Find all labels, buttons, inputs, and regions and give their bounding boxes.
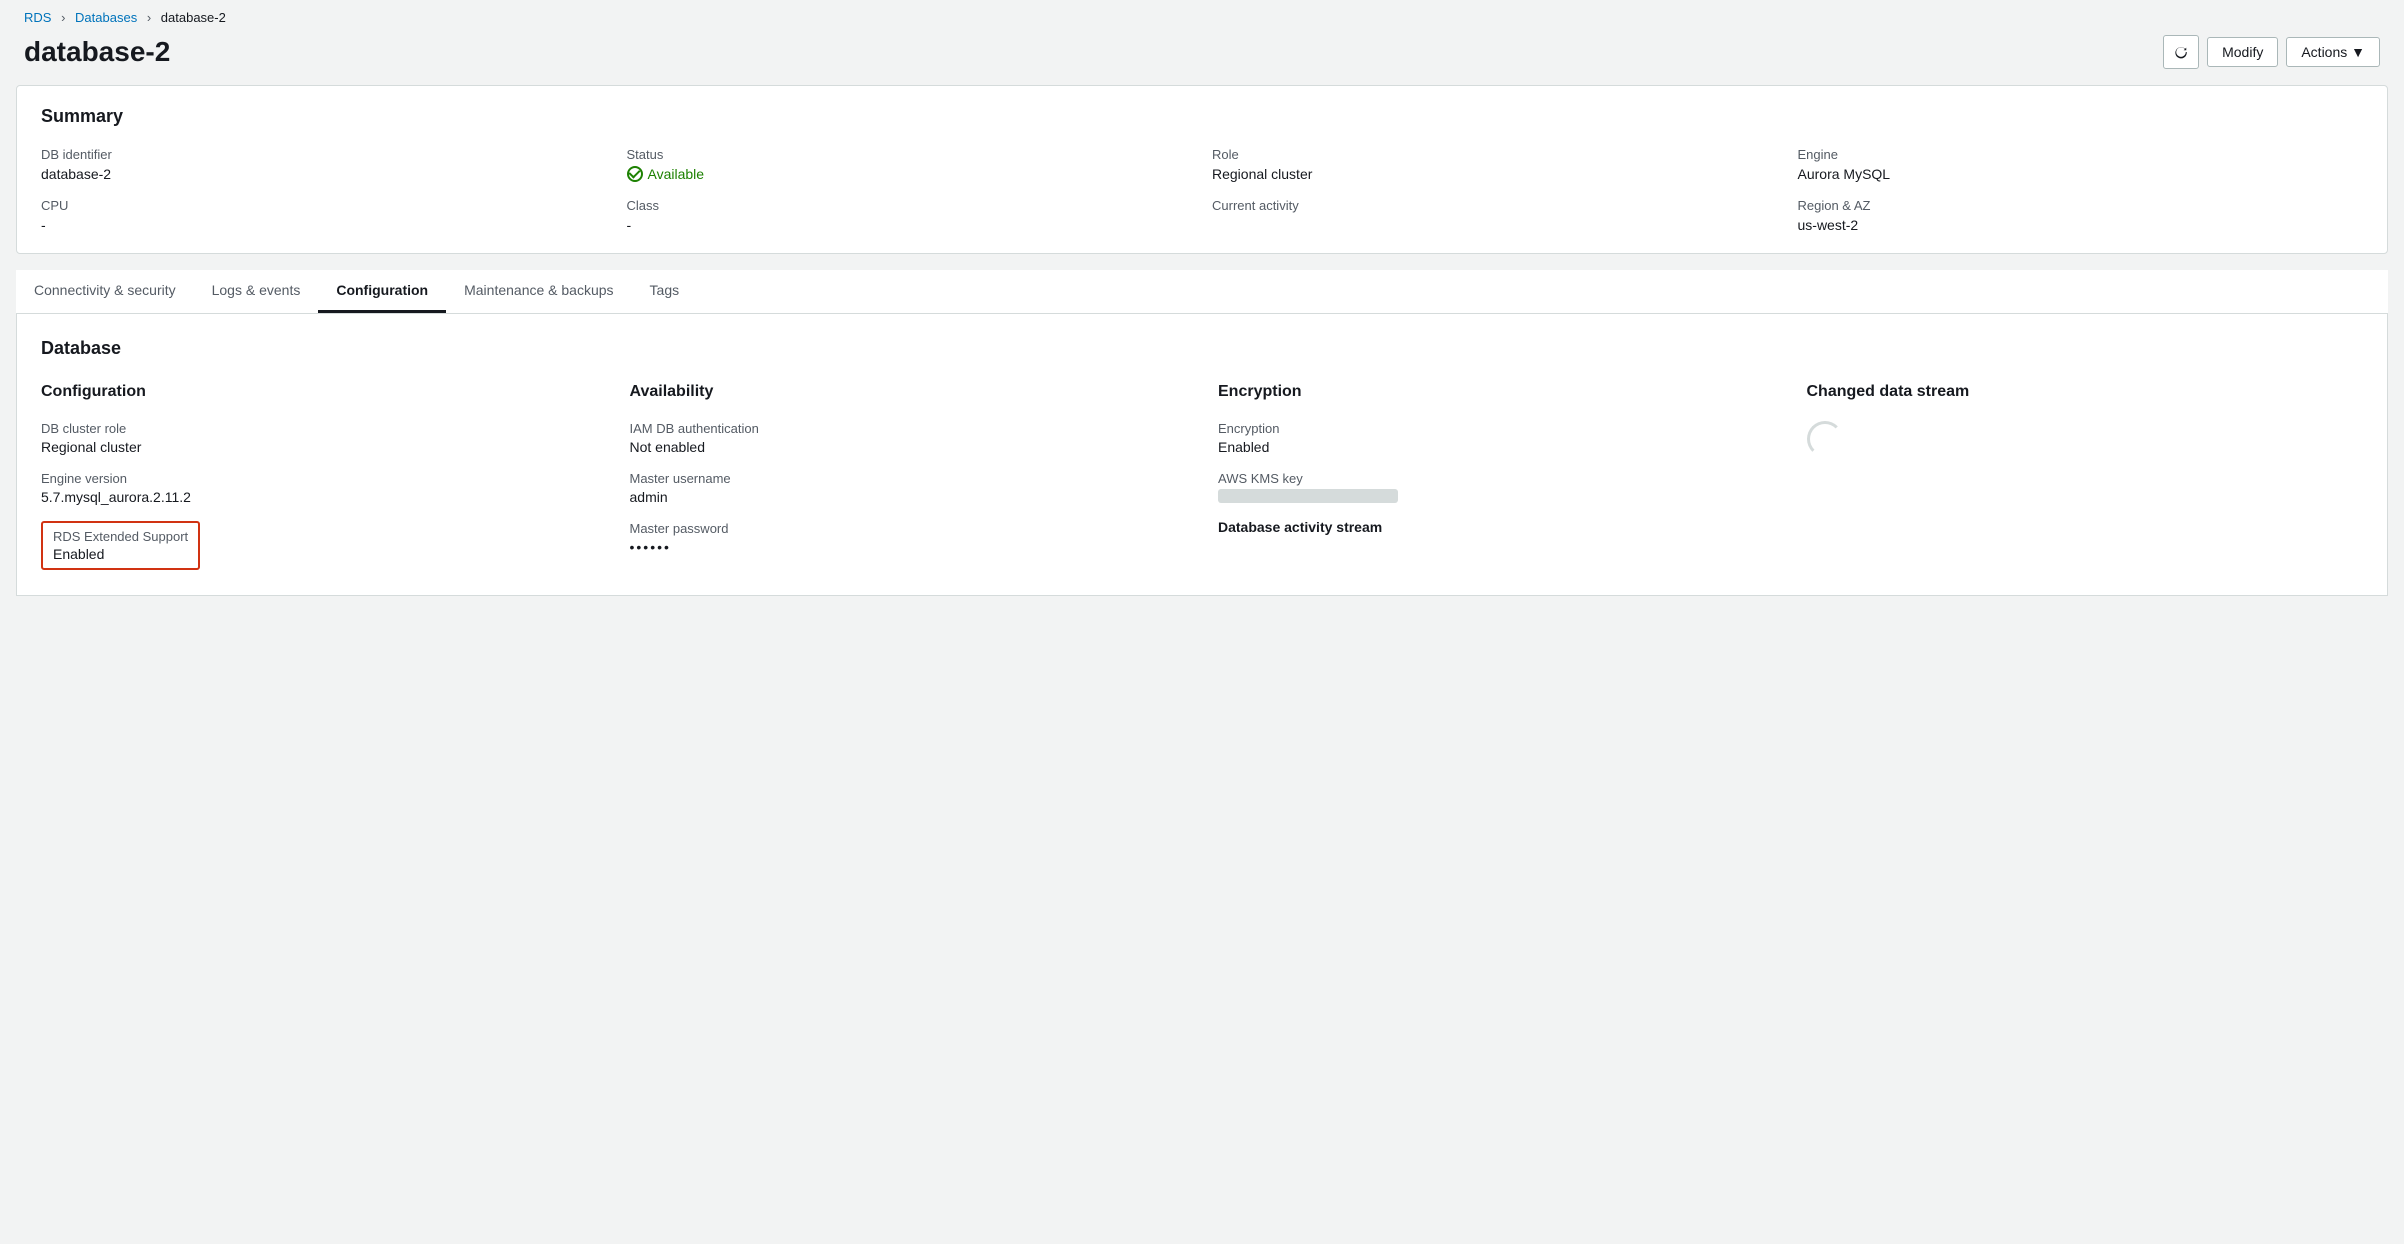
availability-section: Availability IAM DB authentication Not e… (630, 383, 1187, 571)
status-label: Status (627, 147, 1193, 162)
master-password-label: Master password (630, 521, 1187, 536)
rds-extended-support-box: RDS Extended Support Enabled (41, 521, 200, 570)
changed-data-stream-section: Changed data stream (1807, 383, 2364, 571)
db-identifier-label: DB identifier (41, 147, 607, 162)
actions-button[interactable]: Actions ▼ (2286, 37, 2380, 67)
engine-version-label: Engine version (41, 471, 598, 486)
tab-configuration[interactable]: Configuration (318, 270, 446, 313)
role-value: Regional cluster (1212, 166, 1778, 182)
loading-spinner (1807, 421, 1843, 457)
role-label: Role (1212, 147, 1778, 162)
cpu-value: - (41, 217, 607, 233)
database-activity-label: Database activity stream (1218, 519, 1775, 535)
kms-key-bar (1218, 489, 1398, 503)
modify-button[interactable]: Modify (2207, 37, 2278, 67)
summary-title: Summary (41, 106, 2363, 127)
master-username-label: Master username (630, 471, 1187, 486)
region-az-value: us-west-2 (1798, 217, 2364, 233)
summary-grid: DB identifier database-2 CPU - Status Av… (41, 147, 2363, 233)
configuration-section: Configuration DB cluster role Regional c… (41, 383, 598, 571)
current-activity-label: Current activity (1212, 198, 1778, 213)
refresh-icon (2174, 44, 2188, 60)
changed-data-stream-header: Changed data stream (1807, 383, 2364, 401)
cpu-label: CPU (41, 198, 607, 213)
tabs-bar: Connectivity & security Logs & events Co… (16, 270, 2388, 314)
encryption-label: Encryption (1218, 421, 1775, 436)
breadcrumb: RDS › Databases › database-2 (0, 0, 2404, 29)
status-value: Available (627, 166, 1193, 182)
db-cluster-role-value: Regional cluster (41, 439, 598, 455)
configuration-section-header: Configuration (41, 383, 598, 401)
rds-extended-support-value: Enabled (53, 546, 188, 562)
tab-connectivity[interactable]: Connectivity & security (16, 270, 194, 313)
availability-section-header: Availability (630, 383, 1187, 401)
db-identifier-value: database-2 (41, 166, 607, 182)
summary-db-identifier: DB identifier database-2 CPU - (41, 147, 607, 233)
summary-status: Status Available Class - (627, 147, 1193, 233)
region-az-label: Region & AZ (1798, 198, 2364, 213)
page-wrapper: RDS › Databases › database-2 database-2 … (0, 0, 2404, 1244)
master-username-value: admin (630, 489, 1187, 505)
page-header: database-2 Modify Actions ▼ (0, 29, 2404, 85)
tab-logs[interactable]: Logs & events (194, 270, 319, 313)
refresh-button[interactable] (2163, 35, 2199, 69)
encryption-section-header: Encryption (1218, 383, 1775, 401)
summary-card: Summary DB identifier database-2 CPU - S… (16, 85, 2388, 254)
rds-extended-support-label: RDS Extended Support (53, 529, 188, 544)
breadcrumb-sep-1: › (61, 10, 65, 25)
iam-db-value: Not enabled (630, 439, 1187, 455)
master-password-value: •••••• (630, 539, 1187, 555)
header-actions: Modify Actions ▼ (2163, 35, 2380, 69)
breadcrumb-current: database-2 (161, 10, 226, 25)
content-area: Database Configuration DB cluster role R… (16, 314, 2388, 596)
database-section-title: Database (41, 338, 2363, 359)
summary-role: Role Regional cluster Current activity (1212, 147, 1778, 233)
breadcrumb-databases[interactable]: Databases (75, 10, 137, 25)
breadcrumb-rds[interactable]: RDS (24, 10, 51, 25)
engine-label: Engine (1798, 147, 2364, 162)
tab-maintenance[interactable]: Maintenance & backups (446, 270, 631, 313)
class-value: - (627, 217, 1193, 233)
tab-tags[interactable]: Tags (632, 270, 698, 313)
status-available-icon (627, 166, 643, 182)
aws-kms-label: AWS KMS key (1218, 471, 1775, 486)
page-title: database-2 (24, 36, 170, 68)
engine-version-value: 5.7.mysql_aurora.2.11.2 (41, 489, 598, 505)
encryption-value: Enabled (1218, 439, 1775, 455)
iam-db-label: IAM DB authentication (630, 421, 1187, 436)
db-cluster-role-label: DB cluster role (41, 421, 598, 436)
encryption-section: Encryption Encryption Enabled AWS KMS ke… (1218, 383, 1775, 571)
summary-engine: Engine Aurora MySQL Region & AZ us-west-… (1798, 147, 2364, 233)
content-grid: Configuration DB cluster role Regional c… (41, 383, 2363, 571)
class-label: Class (627, 198, 1193, 213)
engine-value: Aurora MySQL (1798, 166, 2364, 182)
breadcrumb-sep-2: › (147, 10, 151, 25)
